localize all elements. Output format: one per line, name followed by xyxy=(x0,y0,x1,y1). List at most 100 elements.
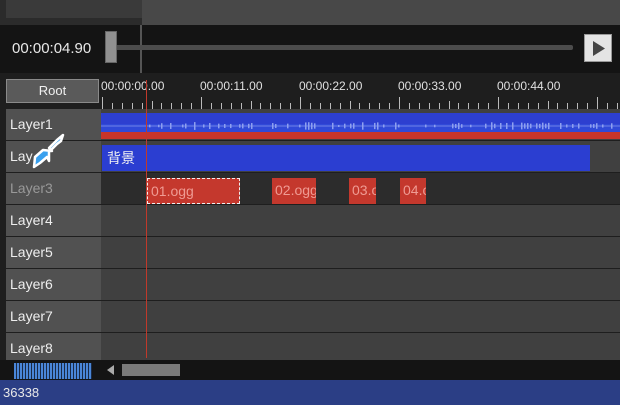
waveform-spike xyxy=(287,123,289,129)
layer-label-4[interactable]: Layer4 xyxy=(6,205,101,236)
play-icon xyxy=(593,41,605,56)
waveform-spike xyxy=(362,122,364,130)
horizontal-scroll-area xyxy=(0,360,620,380)
waveform-spike xyxy=(491,122,493,130)
waveform-spike xyxy=(425,124,427,128)
waveform-spike xyxy=(560,123,562,129)
seek-slider-handle[interactable] xyxy=(105,31,117,63)
ruler-label: 00:00:44.00 xyxy=(497,79,561,93)
waveform-spike xyxy=(548,122,550,130)
waveform-spike xyxy=(470,124,472,128)
waveform-spike xyxy=(170,123,172,129)
waveform-spike xyxy=(611,123,613,129)
waveform-spike xyxy=(566,124,568,128)
ruler-label: 00:00:00.00 xyxy=(101,79,165,93)
root-button[interactable]: Root xyxy=(6,79,99,103)
waveform-spike xyxy=(434,124,436,128)
waveform-spike xyxy=(248,123,250,129)
layer-lane[interactable] xyxy=(101,237,620,268)
waveform-spike xyxy=(161,123,163,129)
ruler-tick xyxy=(102,97,103,109)
waveform-spike xyxy=(218,123,220,129)
scrollbar-thumb[interactable] xyxy=(122,364,180,376)
waveform-spike xyxy=(596,123,598,129)
waveform-spike xyxy=(452,123,454,129)
top-panel-block xyxy=(142,0,620,25)
waveform-spike xyxy=(311,122,313,130)
ruler-tick xyxy=(201,97,202,109)
waveform-spike xyxy=(194,122,196,130)
audio-clip[interactable]: 04.ogg xyxy=(400,178,426,204)
waveform-spike xyxy=(338,124,340,128)
waveform-spike xyxy=(536,123,538,129)
waveform-spike xyxy=(512,122,514,130)
ruler-label: 00:00:33.00 xyxy=(398,79,462,93)
waveform-spike xyxy=(527,123,529,129)
layer-lane[interactable] xyxy=(101,205,620,236)
waveform-spike xyxy=(203,124,205,128)
audio-waveform-clip[interactable] xyxy=(101,113,620,139)
waveform-spike xyxy=(332,122,334,130)
layer-label-5[interactable]: Layer5 xyxy=(6,237,101,268)
layer-lane[interactable] xyxy=(101,301,620,332)
ruler-label: 00:00:11.00 xyxy=(200,79,263,93)
waveform-spike xyxy=(383,124,385,128)
layer-label-7[interactable]: Layer7 xyxy=(6,301,101,332)
zoom-meter[interactable] xyxy=(14,363,92,379)
bgm-clip[interactable]: 背景 xyxy=(102,145,590,171)
waveform-spike xyxy=(182,124,184,128)
waveform-spike xyxy=(455,123,457,129)
audio-clip[interactable]: 03.ogg xyxy=(349,178,376,204)
waveform-spike xyxy=(224,124,226,128)
ruler-label: 00:00:22.00 xyxy=(299,79,363,93)
waveform-spike xyxy=(353,123,355,129)
ruler-tick xyxy=(448,101,450,109)
waveform-spike xyxy=(530,123,532,129)
layer-label-3[interactable]: Layer3 xyxy=(6,173,101,204)
waveform-spike xyxy=(350,123,352,129)
top-panel-block xyxy=(6,0,142,18)
waveform-spike xyxy=(377,122,379,130)
waveform-spike xyxy=(239,124,241,128)
waveform-spike xyxy=(398,124,400,128)
waveform-spike xyxy=(299,124,301,128)
waveform-spike xyxy=(185,123,187,129)
layer-lane[interactable] xyxy=(101,269,620,300)
waveform-spike xyxy=(590,124,592,128)
waveform-spike xyxy=(251,123,253,129)
waveform-spike xyxy=(545,123,547,129)
audio-clip[interactable]: 02.ogg xyxy=(272,178,316,204)
status-bar: 36338 xyxy=(0,380,620,405)
waveform-spike xyxy=(539,123,541,129)
waveform-spike xyxy=(524,123,526,129)
waveform-spike xyxy=(542,122,544,130)
waveform-spike xyxy=(494,123,496,129)
waveform-spike xyxy=(314,123,316,129)
time-ruler[interactable]: 00:00:00.00 00:00:11.00 00:00:22.00 00:0… xyxy=(101,77,620,109)
ruler-tick xyxy=(151,101,153,109)
waveform-spike xyxy=(344,123,346,129)
waveform-spike xyxy=(485,123,487,129)
play-button[interactable] xyxy=(584,34,612,62)
waveform-spike xyxy=(458,122,460,130)
current-time-display: 00:00:04.90 xyxy=(12,40,92,57)
waveform xyxy=(101,113,620,139)
waveform-spike xyxy=(602,124,604,128)
ruler-tick xyxy=(300,97,301,109)
ruler-tick xyxy=(498,97,499,109)
waveform-spike xyxy=(308,122,310,130)
cursor-arrow-icon xyxy=(32,133,65,169)
waveform-spike xyxy=(305,122,307,130)
waveform-spike xyxy=(158,124,160,128)
ruler-tick xyxy=(597,97,598,109)
audio-clip[interactable]: 01.ogg xyxy=(147,178,240,204)
layer-label-6[interactable]: Layer6 xyxy=(6,269,101,300)
waveform-spike xyxy=(461,124,463,128)
seek-slider-track[interactable] xyxy=(108,45,573,50)
waveform-spike xyxy=(275,124,277,128)
playhead[interactable] xyxy=(146,80,147,358)
scroll-left-icon[interactable] xyxy=(107,365,114,375)
waveform-spike xyxy=(272,123,274,129)
ruler-tick xyxy=(547,101,549,109)
waveform-spike xyxy=(149,124,151,128)
